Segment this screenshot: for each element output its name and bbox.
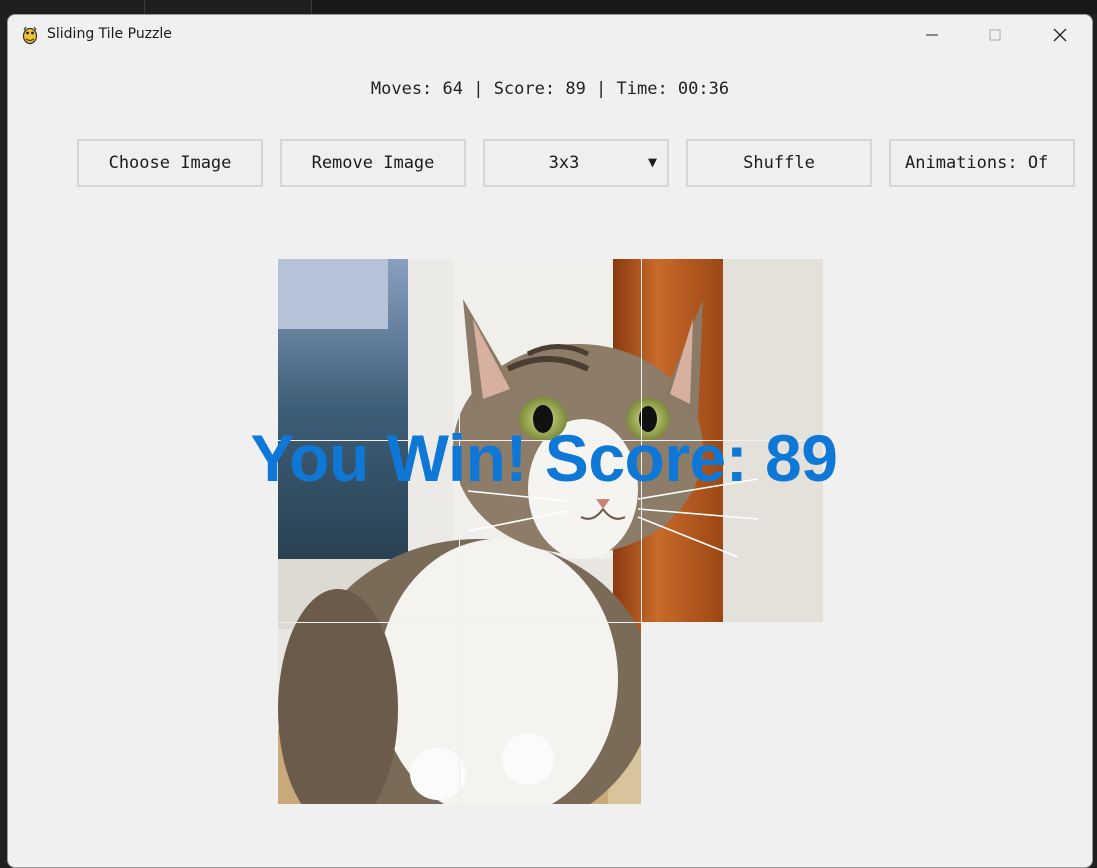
puzzle-tile-7[interactable] bbox=[278, 623, 459, 804]
grid-size-value: 3x3 bbox=[548, 153, 580, 173]
puzzle-tile-6[interactable] bbox=[642, 441, 823, 622]
grid-size-dropdown[interactable]: 3x3 ▼ bbox=[483, 139, 669, 187]
shuffle-button[interactable]: Shuffle bbox=[686, 139, 872, 187]
dropdown-arrow-icon: ▼ bbox=[647, 153, 657, 171]
background-editor-tabstrip bbox=[0, 0, 1097, 14]
puzzle-tile-8[interactable] bbox=[460, 623, 641, 804]
puzzle-tile-2[interactable] bbox=[460, 259, 641, 440]
choose-image-button[interactable]: Choose Image bbox=[77, 139, 263, 187]
maximize-button[interactable] bbox=[963, 15, 1027, 55]
minimize-icon bbox=[926, 34, 938, 36]
puzzle-tile-1[interactable] bbox=[278, 259, 459, 440]
python-snake-icon bbox=[22, 26, 38, 45]
window-title: Sliding Tile Puzzle bbox=[47, 26, 172, 42]
close-icon bbox=[1053, 28, 1067, 42]
title-bar[interactable]: Sliding Tile Puzzle bbox=[8, 15, 1092, 55]
remove-image-button[interactable]: Remove Image bbox=[280, 139, 466, 187]
background-editor-tab[interactable] bbox=[145, 0, 312, 14]
app-window: Sliding Tile Puzzle Moves: 64 | Score: 8… bbox=[7, 14, 1093, 868]
puzzle-tile-3[interactable] bbox=[642, 259, 823, 440]
puzzle-tile-5[interactable] bbox=[460, 441, 641, 622]
background-editor-tab[interactable] bbox=[0, 0, 145, 14]
puzzle-tile-4[interactable] bbox=[278, 441, 459, 622]
animations-toggle-button[interactable]: Animations: Of bbox=[889, 139, 1075, 187]
puzzle-board bbox=[278, 259, 824, 805]
status-line: Moves: 64 | Score: 89 | Time: 00:36 bbox=[370, 79, 730, 99]
minimize-button[interactable] bbox=[900, 15, 964, 55]
maximize-icon bbox=[989, 29, 1001, 41]
close-button[interactable] bbox=[1028, 15, 1092, 55]
